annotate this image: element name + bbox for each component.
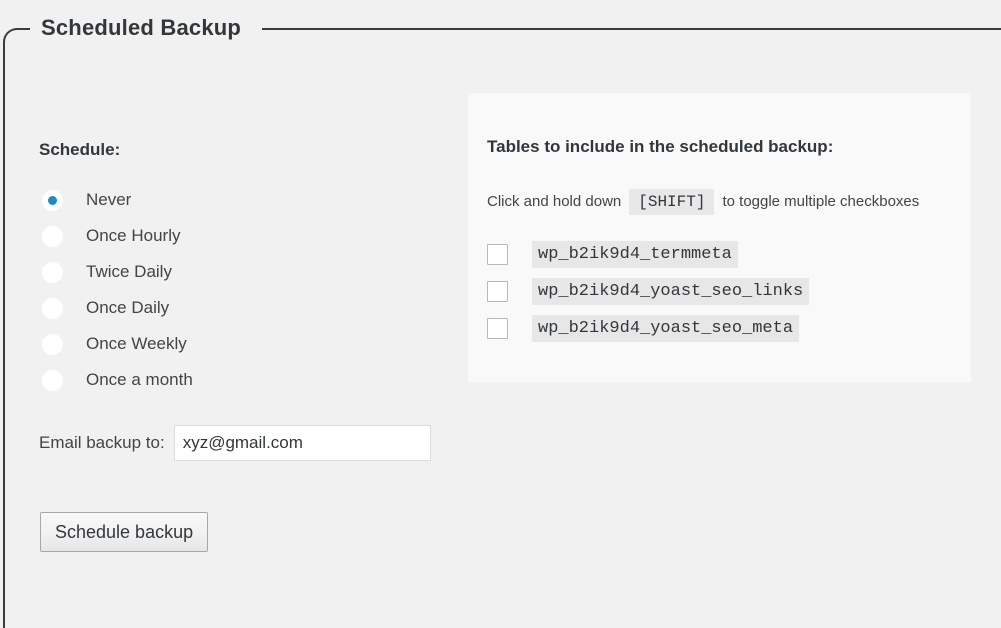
radio-option-once-weekly[interactable]: Once Weekly [39,326,459,362]
radio-label-once-weekly: Once Weekly [86,334,187,353]
radio-icon-once-hourly[interactable] [41,224,64,248]
radio-icon-never[interactable] [41,188,64,212]
page-title: Scheduled Backup [41,13,256,43]
radio-label-never: Never [86,190,132,209]
shift-key-badge: [SHIFT] [629,189,715,215]
checkbox-icon-yoast-seo-links[interactable] [487,281,508,302]
radio-icon-once-daily[interactable] [41,296,64,320]
shift-hint-suffix: to toggle multiple checkboxes [722,193,920,210]
radio-icon-once-a-month[interactable] [41,368,64,392]
radio-icon-twice-daily[interactable] [41,260,64,284]
checkbox-icon-termmeta[interactable] [487,244,508,265]
tables-panel: Tables to include in the scheduled backu… [468,93,971,382]
email-input[interactable] [173,425,431,461]
radio-label-twice-daily: Twice Daily [86,262,172,281]
radio-option-never[interactable]: Never [39,182,459,218]
schedule-label: Schedule: [39,140,121,159]
table-row[interactable]: wp_b2ik9d4_yoast_seo_meta [487,310,809,347]
radio-label-once-a-month: Once a month [86,370,193,389]
shift-hint: Click and hold down [SHIFT] to toggle mu… [487,189,919,215]
radio-option-once-hourly[interactable]: Once Hourly [39,218,459,254]
table-name-termmeta: wp_b2ik9d4_termmeta [532,241,738,268]
schedule-backup-button[interactable]: Schedule backup [40,512,209,552]
schedule-radio-group: Never Once Hourly Twice Daily Once Daily… [39,182,459,398]
tables-checkbox-list: wp_b2ik9d4_termmeta wp_b2ik9d4_yoast_seo… [487,236,810,347]
email-label: Email backup to: [39,433,165,452]
table-row[interactable]: wp_b2ik9d4_yoast_seo_links [487,273,810,310]
radio-option-once-daily[interactable]: Once Daily [39,290,459,326]
table-name-yoast-seo-links: wp_b2ik9d4_yoast_seo_links [532,278,810,305]
tables-panel-title: Tables to include in the scheduled backu… [487,137,834,156]
radio-label-once-hourly: Once Hourly [86,226,181,245]
radio-icon-once-weekly[interactable] [41,332,64,356]
shift-hint-prefix: Click and hold down [487,193,622,210]
table-name-yoast-seo-meta: wp_b2ik9d4_yoast_seo_meta [532,315,800,342]
schedule-section: Schedule: Never Once Hourly Twice Daily … [39,140,459,398]
table-row[interactable]: wp_b2ik9d4_termmeta [487,236,809,273]
radio-label-once-daily: Once Daily [86,298,170,317]
radio-option-twice-daily[interactable]: Twice Daily [39,254,459,290]
email-backup-row: Email backup to: [39,425,431,461]
radio-option-once-a-month[interactable]: Once a month [39,362,459,398]
checkbox-icon-yoast-seo-meta[interactable] [487,318,508,339]
